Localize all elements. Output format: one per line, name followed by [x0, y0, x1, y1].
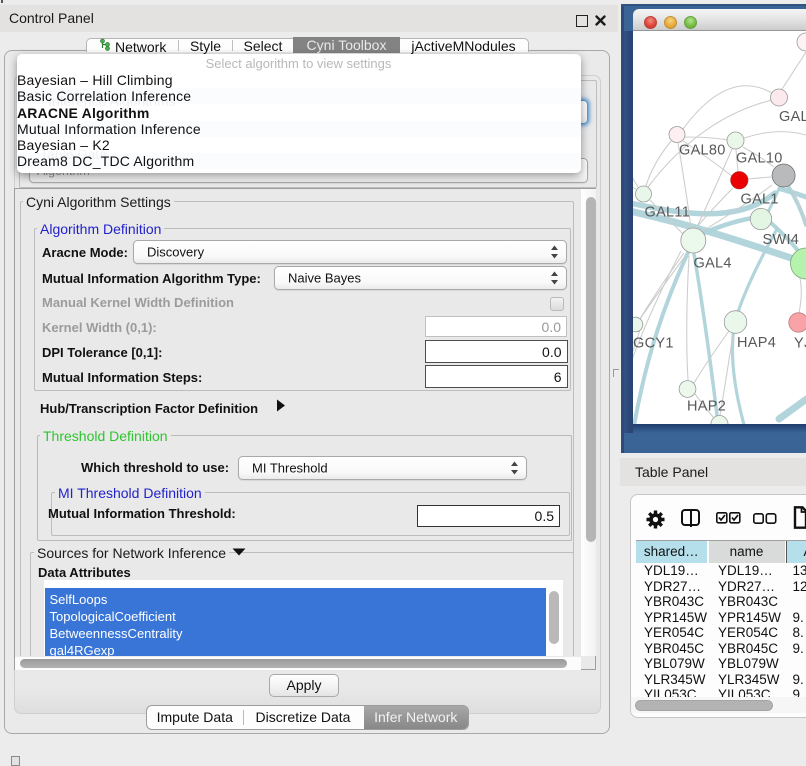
svg-text:GCY1: GCY1 [633, 336, 674, 352]
svg-text:GAL11: GAL11 [645, 205, 691, 221]
svg-text:SWI4: SWI4 [763, 232, 800, 248]
svg-text:GAL1: GAL1 [741, 192, 779, 208]
svg-text:YJ: YJ [794, 336, 806, 352]
svg-text:HAP2: HAP2 [687, 399, 726, 415]
svg-text:GAL4: GAL4 [694, 256, 732, 272]
svg-text:HAP4: HAP4 [737, 335, 776, 351]
svg-text:GAL80: GAL80 [679, 143, 726, 159]
svg-text:GAL2: GAL2 [779, 109, 806, 125]
svg-text:GAL10: GAL10 [736, 151, 783, 167]
